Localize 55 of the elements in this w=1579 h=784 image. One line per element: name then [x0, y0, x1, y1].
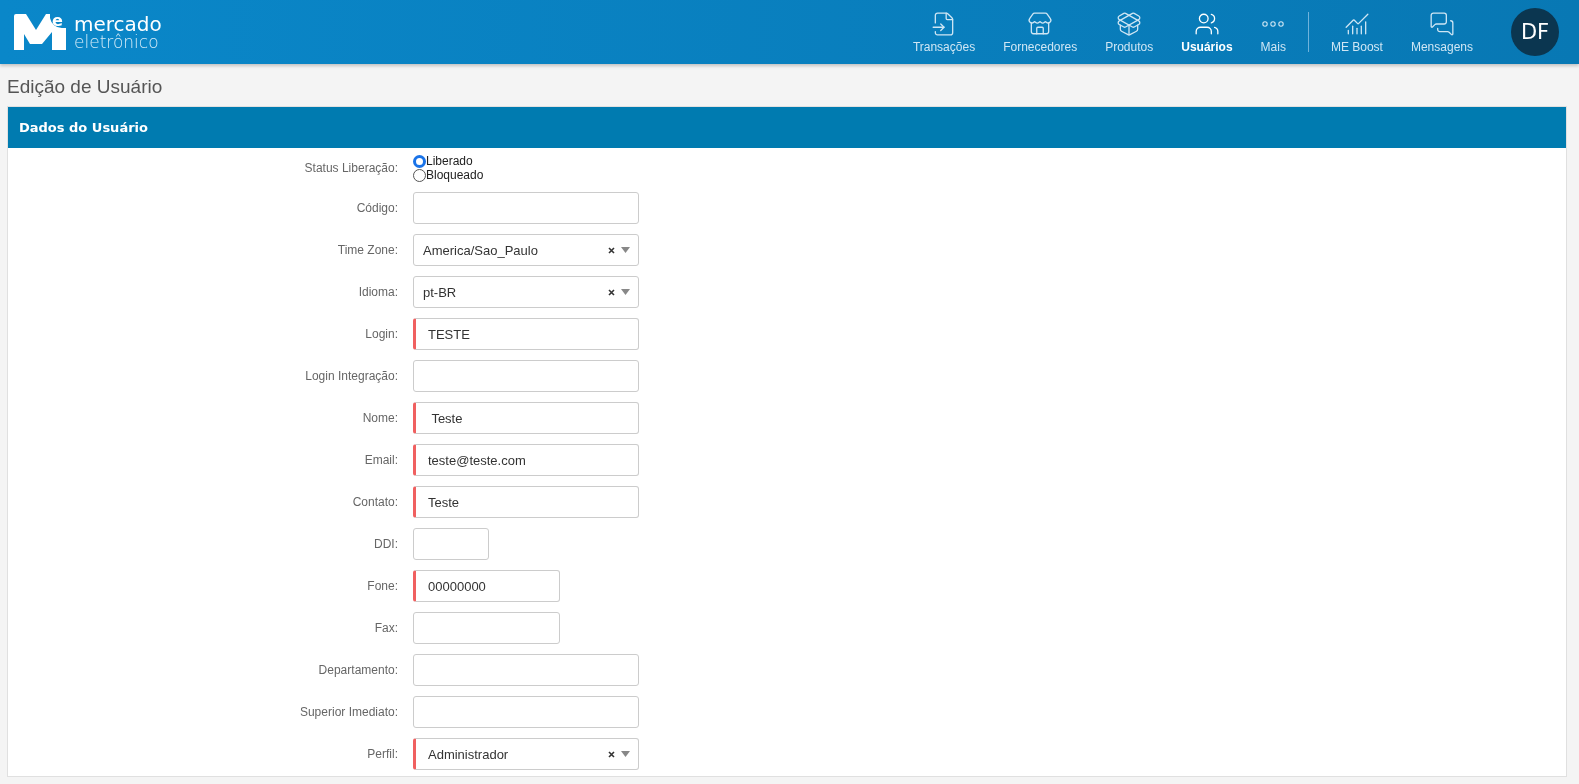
- logo-subtext: eletrônico: [74, 33, 160, 51]
- panel-header: Dados do Usuário: [8, 107, 1566, 148]
- caret-icon: [621, 289, 630, 295]
- field-label: Departamento:: [317, 663, 398, 677]
- radio-button[interactable]: [413, 154, 426, 168]
- input-field[interactable]: TESTE: [413, 318, 639, 350]
- clear-icon[interactable]: [608, 246, 615, 254]
- input-field[interactable]: teste@teste.com: [413, 444, 639, 476]
- nav-icon: [1428, 10, 1455, 37]
- input-field[interactable]: [413, 360, 639, 392]
- select-field[interactable]: America/Sao_Paulo: [413, 234, 639, 266]
- radio-label: Liberado: [426, 154, 473, 168]
- input-field[interactable]: Teste: [413, 402, 639, 434]
- radio-label: Bloqueado: [426, 168, 484, 182]
- clear-icon[interactable]: [608, 750, 615, 758]
- nav-item[interactable]: Mensagens: [1396, 10, 1487, 54]
- field-label: Login:: [364, 327, 398, 341]
- field-label: Código:: [355, 201, 398, 215]
- field-label: Fone:: [366, 579, 398, 593]
- field-label: Perfil:: [366, 747, 398, 761]
- input-field[interactable]: [413, 654, 639, 686]
- field-label: Idioma:: [357, 285, 398, 299]
- field-label: Time Zone:: [336, 243, 398, 257]
- field-label: Superior Imediato:: [298, 705, 398, 719]
- field-label: Nome:: [361, 411, 398, 425]
- radio-button[interactable]: [413, 168, 426, 182]
- nav-icon: [1262, 20, 1285, 27]
- nav-icon: [1027, 10, 1054, 37]
- field-label: DDI:: [373, 537, 398, 551]
- page-title: Edição de Usuário: [6, 75, 164, 99]
- caret-icon: [621, 247, 630, 253]
- input-field[interactable]: [413, 696, 639, 728]
- nav-item[interactable]: Mais: [1246, 10, 1300, 54]
- field-label: Email:: [363, 453, 398, 467]
- select-field[interactable]: pt-BR: [413, 276, 639, 308]
- input-field[interactable]: Teste: [413, 486, 639, 518]
- input-field[interactable]: [413, 612, 560, 644]
- caret-icon: [621, 751, 630, 757]
- nav-icon: [1116, 10, 1143, 37]
- nav-item[interactable]: Produtos: [1091, 10, 1168, 54]
- field-label: Fax:: [373, 621, 398, 635]
- logo-text: mercado: [74, 13, 162, 34]
- field-label: Status Liberação:: [303, 161, 398, 175]
- select-field[interactable]: Administrador: [413, 738, 639, 770]
- nav-item[interactable]: Fornecedores: [989, 10, 1092, 54]
- clear-icon[interactable]: [608, 288, 615, 296]
- user-avatar[interactable]: DF: [1511, 8, 1559, 56]
- nav-item[interactable]: Usuários: [1167, 10, 1247, 54]
- field-label: Login Integração:: [304, 369, 398, 383]
- nav-item[interactable]: ME Boost: [1316, 10, 1397, 54]
- input-field[interactable]: 00000000: [413, 570, 560, 602]
- nav-item[interactable]: Transações: [898, 10, 990, 54]
- field-label: Contato:: [351, 495, 398, 509]
- input-field[interactable]: [413, 528, 489, 560]
- input-field[interactable]: [413, 192, 639, 224]
